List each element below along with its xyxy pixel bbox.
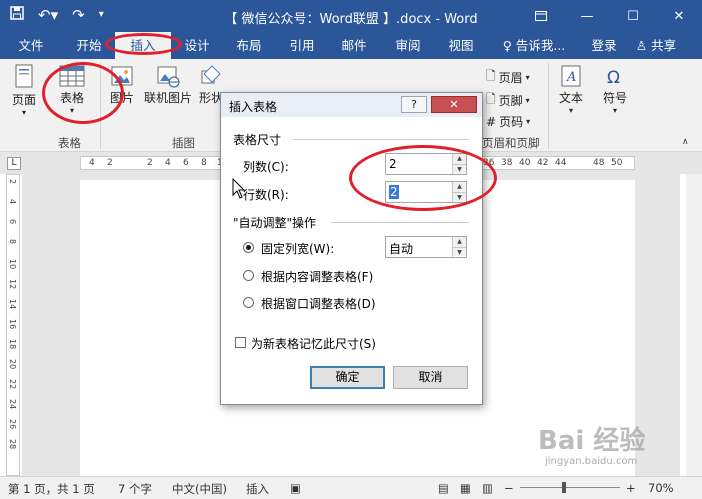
print-layout-icon[interactable]: ▦ — [460, 481, 471, 495]
collapse-ribbon-icon[interactable]: ∧ — [682, 137, 689, 147]
illustrations-group-label: 插图 — [172, 136, 195, 150]
tab-mailings[interactable]: 邮件 — [331, 32, 377, 59]
read-mode-icon[interactable]: ▤ — [438, 481, 449, 495]
symbol-button[interactable]: Ω 符号 ▾ — [598, 63, 632, 115]
svg-text:Ω: Ω — [607, 68, 620, 88]
mouse-cursor-icon — [232, 178, 246, 199]
divider — [293, 139, 469, 140]
zoom-in-icon[interactable]: + — [626, 481, 636, 495]
footer-button[interactable]: 🗋 页脚 ▾ — [486, 90, 530, 111]
header-button[interactable]: 🗋 页眉 ▾ — [486, 67, 530, 88]
fixed-width-radio[interactable] — [243, 242, 254, 253]
status-bar: 第 1 页，共 1 页 7 个字 中文(中国) 插入 ▣ ▤ ▦ ▥ − + 7… — [0, 476, 702, 499]
chevron-down-icon: ▾ — [568, 106, 573, 115]
autofit-window-radio[interactable] — [243, 297, 254, 308]
ribbon-display-icon[interactable] — [518, 0, 564, 32]
fixed-width-spinner[interactable]: 自动 ▲ ▼ — [385, 236, 467, 258]
vertical-ruler[interactable]: 2 4 6 8 10 12 14 16 18 20 22 24 26 28 — [6, 174, 20, 476]
minimize-icon[interactable]: — — [564, 0, 610, 32]
shapes-icon — [201, 65, 221, 84]
zoom-slider[interactable] — [520, 487, 620, 488]
tab-view[interactable]: 视图 — [438, 32, 484, 59]
divider — [331, 222, 469, 223]
dialog-titlebar[interactable]: 插入表格 ? ✕ — [221, 93, 482, 117]
lightbulb-icon: ♀ — [502, 38, 512, 53]
svg-text:A: A — [566, 70, 576, 85]
sign-in-link[interactable]: 登录 — [586, 32, 622, 59]
insert-table-dialog: 插入表格 ? ✕ 表格尺寸 列数(C): 2 ▲ ▼ 行数(R): 2 ▲ ▼ "自… — [220, 92, 483, 405]
close-button[interactable]: ✕ — [431, 96, 477, 113]
chevron-down-icon: ▾ — [612, 106, 617, 115]
rows-label: 行数(R): — [243, 188, 289, 202]
zoom-slider-thumb[interactable] — [562, 482, 566, 493]
online-pictures-button[interactable]: 联机图片 — [142, 63, 194, 106]
autofit-content-label[interactable]: 根据内容调整表格(F) — [261, 268, 373, 285]
zoom-level[interactable]: 70% — [648, 481, 674, 495]
language-indicator[interactable]: 中文(中国) — [172, 481, 227, 497]
cancel-button[interactable]: 取消 — [393, 366, 468, 389]
page-number-icon: # — [486, 114, 497, 129]
autofit-window-label[interactable]: 根据窗口调整表格(D) — [261, 295, 376, 312]
table-size-heading: 表格尺寸 — [233, 133, 282, 147]
tab-review[interactable]: 审阅 — [385, 32, 431, 59]
size-fields-annotation — [349, 145, 497, 211]
person-icon: ♙ — [635, 38, 648, 53]
tab-selector[interactable]: L — [7, 157, 21, 170]
textbox-icon: A — [561, 65, 581, 87]
help-button[interactable]: ? — [401, 96, 427, 113]
text-button[interactable]: A 文本 ▾ — [554, 63, 588, 115]
title-bar: ↶▾ ↷ ▾ 【 微信公众号：Word联盟 】.docx - Word — ☐ … — [0, 0, 702, 32]
table-group-label: 表格 — [58, 136, 81, 150]
tell-me-box[interactable]: ♀ 告诉我... — [498, 32, 570, 59]
remember-size-checkbox[interactable] — [235, 337, 246, 348]
page-number-button[interactable]: # 页码 ▾ — [486, 113, 530, 130]
insert-mode-indicator[interactable]: 插入 — [246, 481, 269, 497]
share-button[interactable]: ♙ 共享 — [628, 32, 684, 59]
omega-icon: Ω — [607, 68, 620, 88]
pages-button[interactable]: 页面 ▾ — [6, 63, 42, 117]
tab-references[interactable]: 引用 — [279, 32, 325, 59]
columns-label: 列数(C): — [243, 160, 289, 174]
tab-layout[interactable]: 布局 — [226, 32, 272, 59]
divider — [548, 63, 549, 149]
ok-button[interactable]: 确定 — [310, 366, 385, 389]
baidu-watermark-url: jingyan.baidu.com — [545, 456, 638, 467]
footer-icon: 🗋 — [486, 92, 496, 106]
chevron-down-icon: ▾ — [21, 108, 26, 117]
spin-up-icon[interactable]: ▲ — [453, 237, 466, 247]
header-icon: 🗋 — [486, 69, 496, 83]
close-icon[interactable]: ✕ — [656, 0, 702, 32]
word-count[interactable]: 7 个字 — [118, 481, 152, 497]
web-layout-icon[interactable]: ▥ — [482, 481, 493, 495]
header-footer-group-label: 页眉和页脚 — [482, 136, 540, 150]
page-icon — [15, 64, 33, 88]
fixed-width-label[interactable]: 固定列宽(W): — [261, 240, 334, 257]
baidu-watermark: Bai 经验 — [538, 426, 646, 456]
autofit-content-radio[interactable] — [243, 270, 254, 281]
spin-down-icon[interactable]: ▼ — [453, 247, 466, 256]
tab-file[interactable]: 文件 — [8, 32, 54, 59]
online-picture-icon — [157, 66, 180, 88]
autofit-heading: "自动调整"操作 — [233, 216, 317, 230]
dialog-title: 插入表格 — [229, 100, 278, 114]
fixed-width-value[interactable]: 自动 — [389, 240, 413, 257]
page-count[interactable]: 第 1 页，共 1 页 — [8, 481, 95, 497]
macro-icon[interactable]: ▣ — [290, 481, 301, 495]
table-button-annotation — [42, 62, 124, 124]
vertical-scrollbar[interactable] — [686, 174, 702, 476]
maximize-icon[interactable]: ☐ — [610, 0, 656, 32]
insert-tab-annotation — [105, 33, 182, 55]
zoom-out-icon[interactable]: − — [504, 481, 514, 495]
remember-size-label[interactable]: 为新表格记忆此尺寸(S) — [251, 335, 376, 352]
